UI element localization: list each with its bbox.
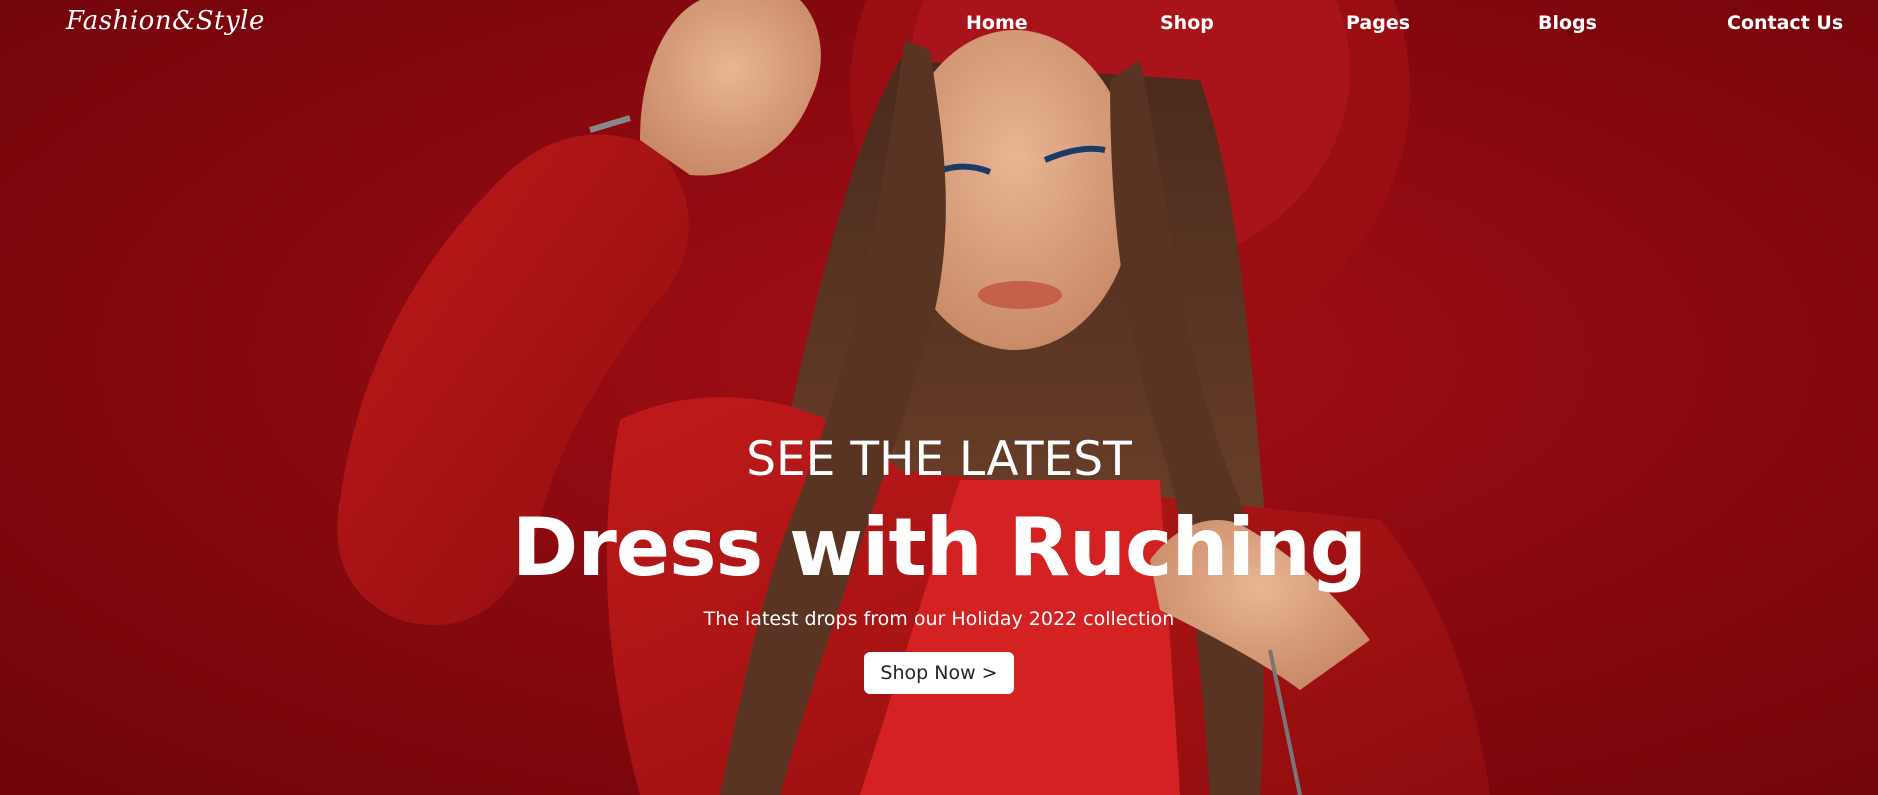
hero-headline: Dress with Ruching (511, 501, 1367, 594)
main-navbar: Fashion&Style Home Shop Pages Blogs Cont… (0, 0, 1878, 52)
shop-now-button[interactable]: Shop Now > (864, 652, 1014, 694)
hero-content: SEE THE LATEST Dress with Ruching The la… (0, 430, 1878, 694)
nav-item-shop[interactable]: Shop (1160, 12, 1214, 34)
hero-subtitle: The latest drops from our Holiday 2022 c… (703, 608, 1175, 630)
hero-eyebrow: SEE THE LATEST (746, 432, 1132, 487)
nav-item-contact-us[interactable]: Contact Us (1727, 12, 1843, 34)
hero-section: Fashion&Style Home Shop Pages Blogs Cont… (0, 0, 1878, 795)
nav-item-home[interactable]: Home (966, 12, 1028, 34)
nav-item-pages[interactable]: Pages (1346, 12, 1410, 34)
brand-logo[interactable]: Fashion&Style (66, 6, 265, 36)
nav-item-blogs[interactable]: Blogs (1538, 12, 1597, 34)
